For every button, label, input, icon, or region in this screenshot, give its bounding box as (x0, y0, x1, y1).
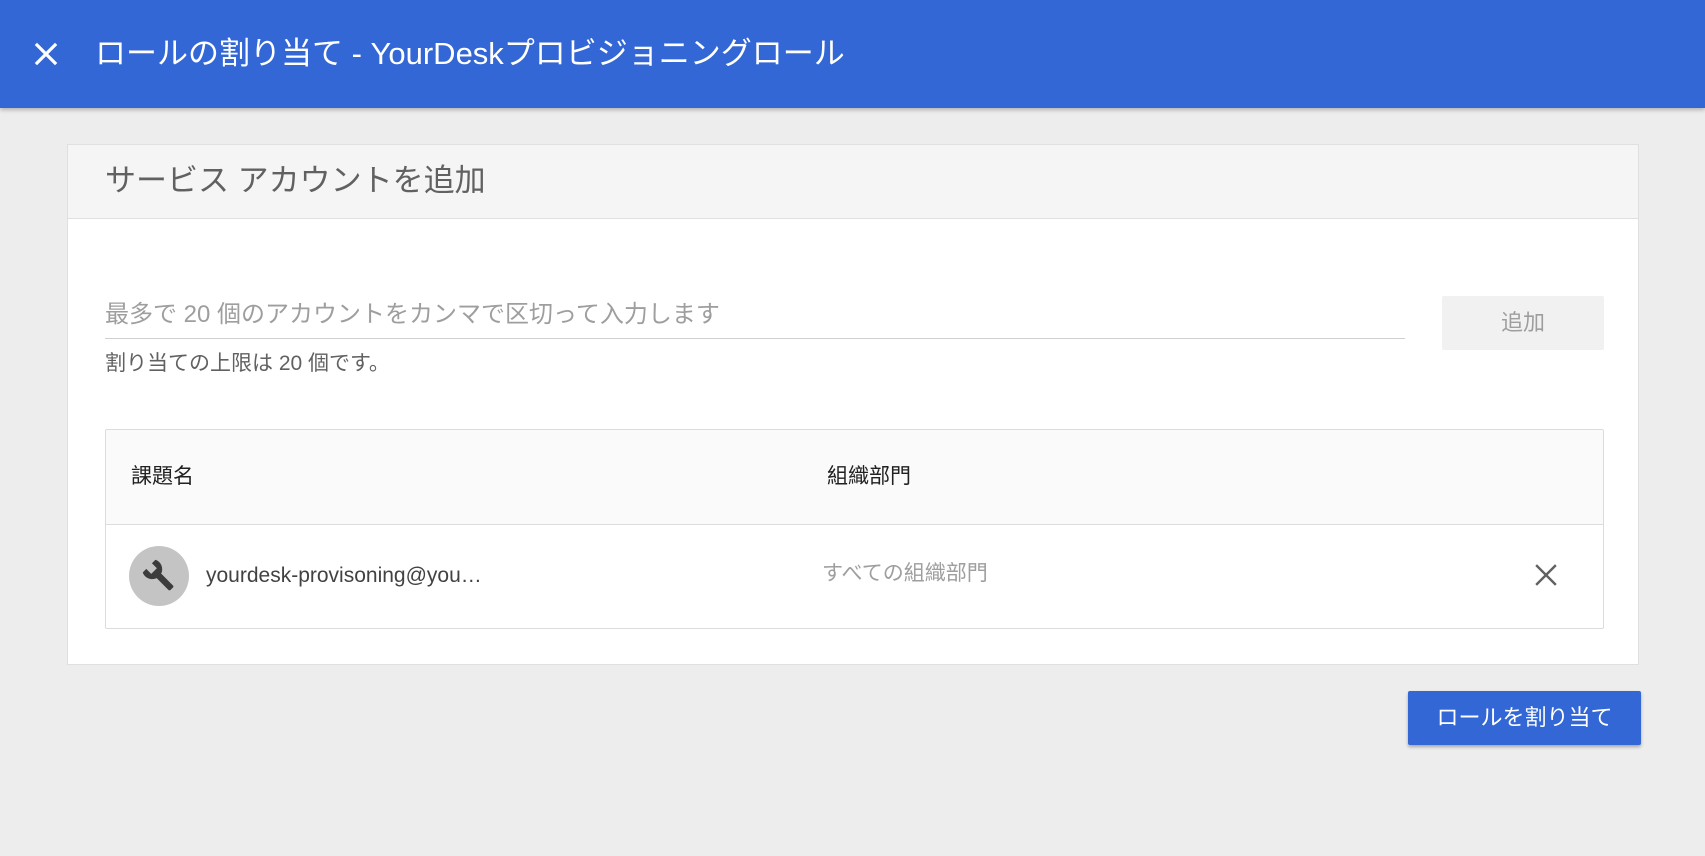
remove-account-icon[interactable] (1526, 555, 1566, 595)
column-header-name: 課題名 (131, 465, 194, 488)
wrench-icon (129, 546, 189, 606)
assign-role-button[interactable]: ロールを割り当て (1408, 691, 1641, 745)
app-header: ロールの割り当て - YourDeskプロビジョニングロール (0, 0, 1705, 108)
page-title: ロールの割り当て - YourDeskプロビジョニングロール (95, 36, 845, 71)
accounts-input[interactable] (105, 291, 1405, 338)
accounts-table: 課題名 組織部門 yourdesk-provisoning@you… すべての組… (105, 429, 1604, 629)
helper-text: 割り当ての上限は 20 個です。 (105, 352, 390, 375)
close-icon[interactable] (26, 34, 66, 74)
card-header: サービス アカウントを追加 (68, 145, 1638, 219)
table-row: yourdesk-provisoning@you… すべての組織部門 (106, 525, 1603, 628)
column-header-org-unit: 組織部門 (827, 465, 911, 488)
add-service-account-card: サービス アカウントを追加 割り当ての上限は 20 個です。 追加 課題名 組織… (67, 144, 1639, 665)
add-button[interactable]: 追加 (1442, 296, 1604, 350)
card-heading: サービス アカウントを追加 (105, 163, 486, 198)
account-name: yourdesk-provisoning@you… (206, 564, 482, 587)
org-unit-value: すべての組織部門 (822, 562, 988, 585)
accounts-input-container (105, 291, 1405, 339)
table-header: 課題名 組織部門 (106, 430, 1603, 525)
